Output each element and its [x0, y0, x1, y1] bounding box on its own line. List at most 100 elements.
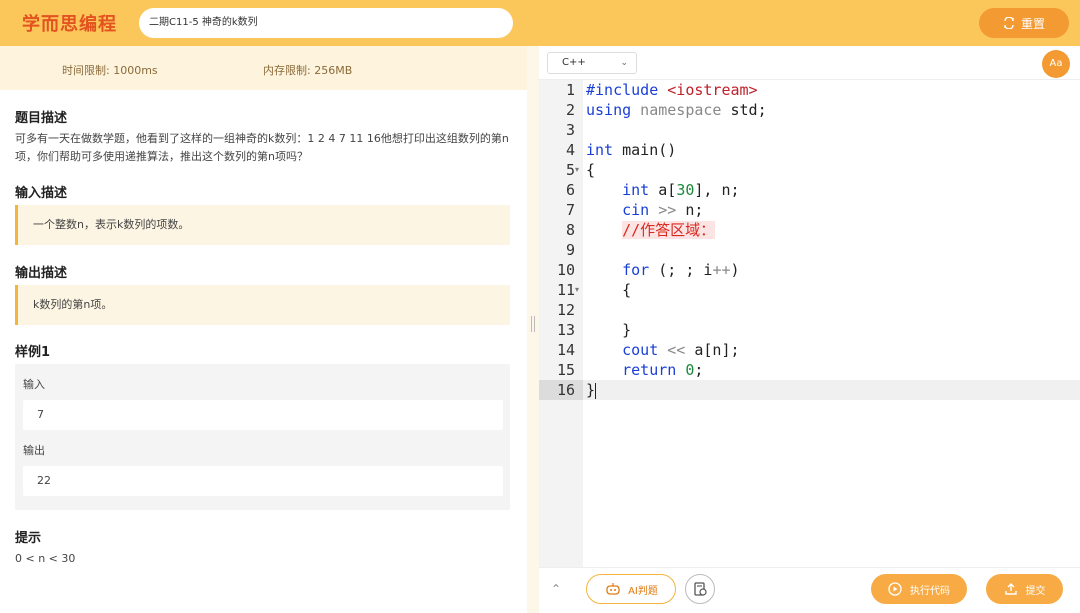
history-button[interactable] [685, 574, 715, 604]
code-token: a[ [649, 181, 677, 199]
line-number: 5 [565, 161, 575, 179]
chevron-down-icon: ⌄ [620, 58, 628, 68]
collapse-chevron-icon[interactable]: ⌃ [551, 582, 561, 596]
reset-button[interactable]: 重置 [979, 8, 1069, 38]
code-line[interactable]: } [583, 320, 1080, 340]
code-line[interactable]: return 0; [583, 360, 1080, 380]
code-token: } [586, 321, 632, 339]
code-line[interactable]: int main() [583, 140, 1080, 160]
line-number: 14 [556, 341, 575, 359]
hint-text: 0 < n < 30 [15, 552, 76, 565]
text-cursor [595, 382, 597, 399]
code-token: #include [586, 81, 668, 99]
line-number: 1 [565, 81, 575, 99]
code-token: main() [613, 141, 677, 159]
code-line[interactable]: //作答区域： [583, 220, 1080, 240]
run-code-label: 执行代码 [910, 585, 950, 597]
top-header: 学而思编程 二期C11-5 神奇的k数列 重置 [0, 0, 1080, 46]
history-icon [694, 582, 707, 596]
code-line[interactable] [583, 120, 1080, 140]
line-number: 10 [556, 261, 575, 279]
code-line[interactable]: cin >> n; [583, 200, 1080, 220]
editor-panel: C++ ⌄ Aa 1 2 3 4 5 ▾ 6 7 8 9 10 11 ▾ 12 … [539, 46, 1080, 613]
code-token: ++ [712, 261, 731, 279]
robot-icon [606, 583, 620, 595]
code-token: return [586, 361, 677, 379]
reset-icon [1004, 17, 1014, 29]
fold-toggle-icon[interactable]: ▾ [575, 160, 579, 180]
limits-bar: 时间限制: 1000ms 内存限制: 256MB [0, 46, 527, 90]
sample-input-value: 7 [23, 400, 503, 430]
code-token: cin [586, 201, 650, 219]
code-token: std; [721, 101, 767, 119]
submit-button[interactable]: 提交 [986, 574, 1063, 604]
sample-input-label: 输入 [23, 378, 45, 391]
code-token: for [586, 261, 650, 279]
play-icon [888, 582, 902, 596]
line-number: 7 [565, 201, 575, 219]
line-number: 11 [556, 281, 575, 299]
code-token: int [586, 181, 650, 199]
output-heading: 输出描述 [15, 266, 68, 281]
code-line[interactable]: int a[30], n; [583, 180, 1080, 200]
editor-toolbar: C++ ⌄ Aa [539, 46, 1080, 80]
code-token: cout [586, 341, 659, 359]
panel-resizer[interactable] [527, 46, 539, 613]
run-code-button[interactable]: 执行代码 [871, 574, 967, 604]
code-token: } [586, 381, 596, 399]
font-size-button[interactable]: Aa [1042, 50, 1070, 78]
code-token: << [658, 341, 686, 359]
code-token: int [586, 141, 614, 159]
code-token: <iostream> [667, 81, 758, 99]
code-line[interactable]: cout << a[n]; [583, 340, 1080, 360]
line-number: 13 [556, 321, 575, 339]
reset-label: 重置 [1020, 16, 1045, 31]
code-token: { [586, 281, 632, 299]
problem-panel: 时间限制: 1000ms 内存限制: 256MB 题目描述 可多有一天在做数学题… [0, 46, 527, 613]
code-line[interactable] [583, 240, 1080, 260]
input-description: 一个整数n，表示k数列的项数。 [15, 205, 510, 245]
line-number: 15 [556, 361, 575, 379]
code-line[interactable]: for (; ; i++) [583, 260, 1080, 280]
code-token: n; [676, 201, 704, 219]
code-token: (; ; i [649, 261, 713, 279]
description-heading: 题目描述 [15, 111, 68, 126]
line-number: 3 [565, 121, 575, 139]
problem-title: 二期C11-5 神奇的k数列 [139, 8, 513, 38]
line-number: 8 [565, 221, 575, 239]
code-token: 0 [676, 361, 695, 379]
code-token: ) [730, 261, 740, 279]
fold-toggle-icon[interactable]: ▾ [575, 280, 579, 300]
memory-limit: 内存限制: 256MB [263, 64, 353, 77]
code-line-active[interactable]: } [583, 380, 1080, 400]
submit-label: 提交 [1025, 585, 1046, 597]
code-line[interactable]: #include <iostream> [583, 80, 1080, 100]
code-line[interactable]: using namespace std; [583, 100, 1080, 120]
line-number: 4 [565, 141, 575, 159]
code-editor[interactable]: #include <iostream> using namespace std;… [583, 80, 1080, 567]
line-number: 6 [565, 181, 575, 199]
code-line[interactable]: { [583, 280, 1080, 300]
code-line[interactable] [583, 300, 1080, 320]
ai-judge-label: AI判题 [628, 585, 658, 597]
editor-footer: ⌃ AI判题 执行代码 提交 [539, 567, 1080, 613]
code-token: { [586, 161, 596, 179]
line-number: 12 [556, 301, 575, 319]
code-token: ], n; [694, 181, 740, 199]
code-token: using [586, 101, 632, 119]
code-token: a[n]; [685, 341, 740, 359]
hint-heading: 提示 [15, 531, 42, 546]
sample-output-label: 输出 [23, 444, 45, 457]
language-select[interactable]: C++ ⌄ [547, 52, 637, 74]
brand-logo[interactable]: 学而思编程 [22, 10, 117, 36]
time-limit: 时间限制: 1000ms [62, 64, 158, 77]
resize-grip-icon[interactable] [531, 316, 535, 332]
line-number: 9 [565, 241, 575, 259]
line-number: 2 [565, 101, 575, 119]
output-description: k数列的第n项。 [15, 285, 510, 325]
code-token: namespace [631, 101, 722, 119]
ai-judge-button[interactable]: AI判题 [586, 574, 676, 604]
language-value: C++ [562, 57, 586, 68]
sample-heading: 样例1 [15, 345, 51, 360]
code-line[interactable]: { [583, 160, 1080, 180]
